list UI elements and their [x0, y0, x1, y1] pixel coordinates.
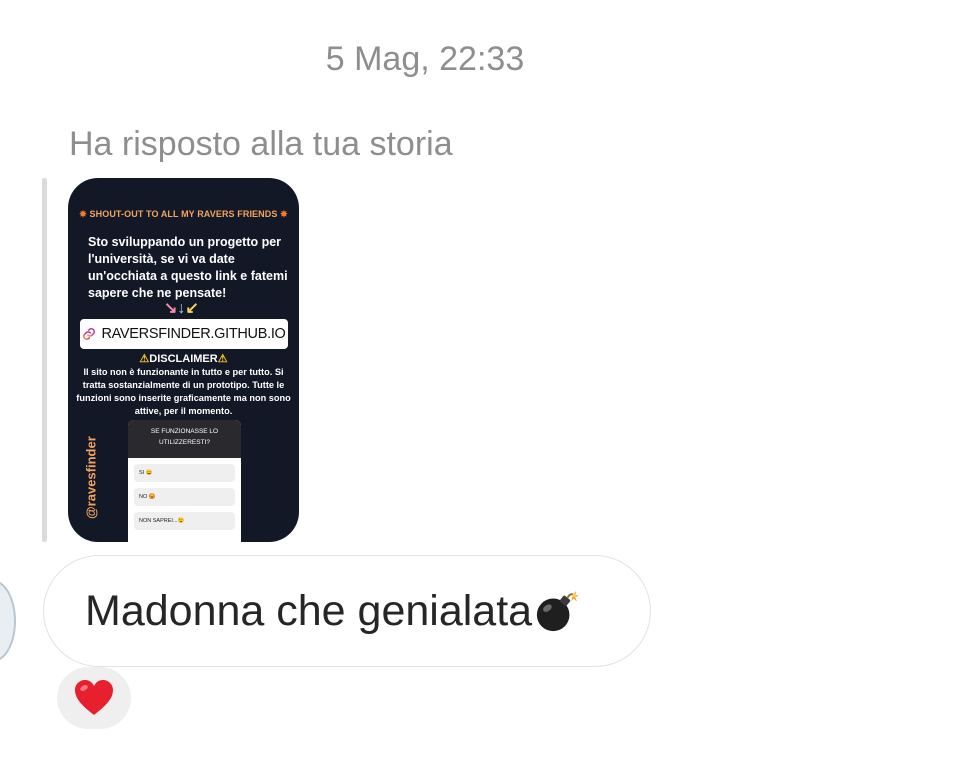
reply-quote-bar: [42, 178, 47, 542]
story-reply-label: Ha risposto alla tua storia: [69, 125, 453, 163]
poll-option: SI 😄: [134, 464, 235, 482]
poll-question: SE FUNZIONASSE LO UTILIZZERESTI?: [128, 420, 241, 458]
story-link-sticker[interactable]: RAVERSFINDER.GITHUB.IO: [80, 319, 288, 349]
link-icon: [83, 328, 96, 340]
story-shout-out: ✸ SHOUT-OUT TO ALL MY RAVERS FRIENDS ✸: [68, 209, 299, 220]
story-body-text: Sto sviluppando un progetto per l'univer…: [88, 235, 288, 300]
disclaimer-text: Il sito non è funzionante in tutto e per…: [76, 367, 291, 416]
story-handle: @ravesfinder: [83, 436, 99, 520]
arrow-down-right-icon: ↘: [164, 300, 178, 317]
story-shout-out-text: SHOUT-OUT TO ALL MY RAVERS FRIENDS: [89, 209, 278, 219]
warning-icon: ⚠: [217, 353, 228, 365]
message-text: Madonna che genialata: [85, 586, 533, 635]
story-link-text: RAVERSFINDER.GITHUB.IO: [101, 326, 286, 342]
disclaimer-title: ⚠DISCLAIMER⚠: [68, 352, 299, 365]
bomb-emoji-icon: [536, 590, 580, 632]
story-preview[interactable]: ✸ SHOUT-OUT TO ALL MY RAVERS FRIENDS ✸ S…: [68, 178, 299, 542]
story-arrows: ↘↓↙: [164, 298, 199, 318]
sparkle-icon: ✸: [79, 209, 87, 219]
warning-icon: ⚠: [139, 353, 150, 365]
reaction-badge[interactable]: [57, 667, 131, 729]
arrow-down-left-icon: ↙: [185, 300, 199, 317]
story-poll: SE FUNZIONASSE LO UTILIZZERESTI? SI 😄 NO…: [128, 420, 241, 542]
avatar[interactable]: [0, 580, 16, 662]
sparkle-icon: ✸: [280, 209, 288, 219]
disclaimer-title-text: DISCLAIMER: [149, 353, 218, 365]
heart-icon: [75, 680, 113, 715]
message-bubble[interactable]: Madonna che genialata: [43, 555, 651, 667]
poll-option: NO 😡: [134, 488, 235, 506]
message-timestamp: 5 Mag, 22:33: [325, 40, 525, 78]
poll-option: NON SAPREI...😉: [134, 512, 235, 530]
